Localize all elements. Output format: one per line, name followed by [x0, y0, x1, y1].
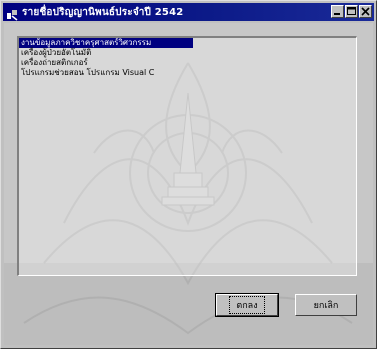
app-icon[interactable]: [6, 6, 18, 21]
maximize-icon: [347, 7, 356, 15]
minimize-icon: [334, 13, 340, 15]
maximize-button[interactable]: [345, 5, 358, 18]
list-item[interactable]: เครื่องผู้ป่วยอัตโนมัติ: [19, 48, 356, 58]
ok-button-label: ตกลง: [229, 296, 265, 314]
minimize-button[interactable]: [331, 5, 344, 18]
window-title: รายชื่อปริญญานิพนธ์ประจำปี 2542: [22, 6, 184, 18]
cancel-button-label: ยกเลิก: [313, 301, 339, 311]
title-bar[interactable]: รายชื่อปริญญานิพนธ์ประจำปี 2542: [3, 3, 374, 21]
dialog-window: รายชื่อปริญญานิพนธ์ประจำปี 2542 งานข้อมู…: [0, 0, 377, 349]
close-icon: [361, 7, 370, 16]
list-item[interactable]: งานข้อมูลภาควิชาครุศาสตร์วิศวกรรม: [19, 38, 193, 48]
list-item[interactable]: โปรแกรมช่วยสอน โปรแกรม Visual C: [19, 68, 356, 78]
dialog-client-area: งานข้อมูลภาควิชาครุศาสตร์วิศวกรรม เครื่อ…: [4, 23, 373, 345]
cancel-button[interactable]: ยกเลิก: [295, 294, 357, 316]
title-buttons: [331, 5, 372, 18]
ok-button[interactable]: ตกลง: [215, 293, 279, 317]
close-button[interactable]: [359, 5, 372, 18]
thesis-listbox[interactable]: งานข้อมูลภาควิชาครุศาสตร์วิศวกรรม เครื่อ…: [17, 36, 357, 276]
list-item[interactable]: เครื่องถ่ายสติกเกอร์: [19, 58, 356, 68]
